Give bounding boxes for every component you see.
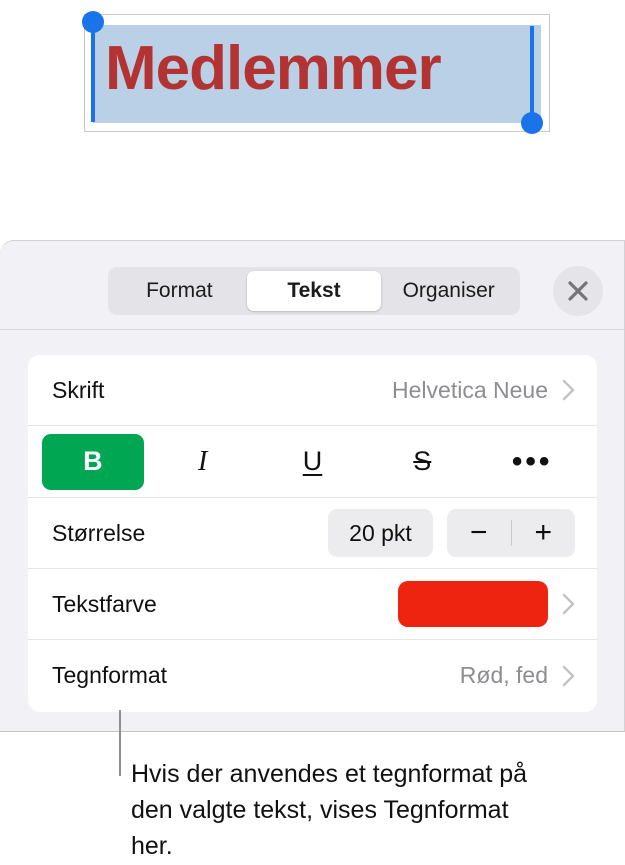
close-icon <box>565 278 591 304</box>
chevron-right-icon <box>562 593 575 615</box>
font-size-increase-button[interactable]: + <box>512 509 576 557</box>
underline-button[interactable]: U <box>262 434 364 490</box>
document-title-text[interactable]: Medlemmer <box>105 21 442 117</box>
row-character-style-label: Tegnformat <box>52 662 168 688</box>
chevron-right-icon <box>562 379 575 401</box>
tab-organiser[interactable]: Organiser <box>381 271 516 311</box>
selected-text-box[interactable]: Medlemmer <box>84 14 550 132</box>
bold-button[interactable]: B <box>42 433 144 490</box>
selection-handle-top-left[interactable] <box>82 11 104 33</box>
row-text-color[interactable]: Tekstfarve <box>28 569 597 640</box>
font-size-stepper[interactable]: − + <box>447 509 575 557</box>
italic-icon: I <box>198 445 208 477</box>
bold-icon: B <box>83 446 103 476</box>
text-color-swatch[interactable] <box>398 581 548 627</box>
screen: Medlemmer Format Tekst Organiser Skrift … <box>0 0 625 865</box>
close-button[interactable] <box>553 266 603 316</box>
font-size-field[interactable]: 20 pkt <box>328 509 433 557</box>
italic-button[interactable]: I <box>152 434 254 490</box>
row-font-value: Helvetica Neue <box>392 376 548 403</box>
inspector-options-card: Skrift Helvetica Neue B I U S ••• Større… <box>28 355 597 712</box>
selection-bar-right <box>530 26 534 126</box>
callout-text: Hvis der anvendes et tegnformat på den v… <box>131 760 528 860</box>
chevron-right-icon <box>562 665 575 687</box>
strikethrough-button[interactable]: S <box>371 434 473 490</box>
font-size-decrease-button[interactable]: − <box>447 509 511 557</box>
row-font-size: Størrelse 20 pkt − + <box>28 498 597 569</box>
tab-tekst[interactable]: Tekst <box>246 271 382 311</box>
ellipsis-icon: ••• <box>511 444 553 478</box>
selection-handle-bottom-right[interactable] <box>521 112 543 134</box>
row-font-size-label: Størrelse <box>52 519 146 546</box>
row-font[interactable]: Skrift Helvetica Neue <box>28 355 597 426</box>
tab-format[interactable]: Format <box>112 271 247 311</box>
row-text-color-label: Tekstfarve <box>52 590 157 617</box>
text-style-button-group: B I U S ••• <box>28 426 597 497</box>
row-font-label: Skrift <box>52 376 105 403</box>
strikethrough-icon: S <box>413 446 432 476</box>
document-canvas: Medlemmer <box>0 0 625 240</box>
row-character-style-value: Rød, fed <box>459 662 548 688</box>
row-text-style: B I U S ••• <box>28 426 597 498</box>
more-options-button[interactable]: ••• <box>481 434 583 490</box>
inspector-tab-bar[interactable]: Format Tekst Organiser <box>108 267 520 315</box>
underline-icon: U <box>302 446 323 476</box>
selection-bar-left <box>91 22 95 122</box>
callout-leader-line <box>119 710 121 776</box>
row-character-style[interactable]: Tegnformat Rød, fed <box>28 640 597 711</box>
